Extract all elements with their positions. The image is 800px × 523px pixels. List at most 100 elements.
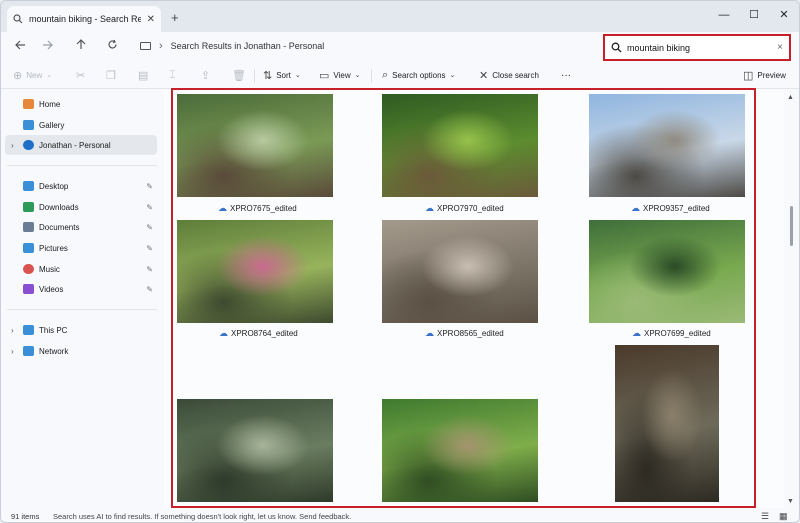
paste-button[interactable]: ▤ <box>138 68 148 82</box>
tab-title: mountain biking - Search Res <box>29 14 141 24</box>
trash-icon: 🗑 <box>232 69 246 82</box>
sidebar-item-downloads[interactable]: Downloads ✎ <box>5 197 157 217</box>
scroll-down-icon[interactable]: ▼ <box>787 498 794 505</box>
file-caption[interactable]: ☁ XPRO9357_edited <box>631 203 710 214</box>
file-thumbnail[interactable] <box>589 94 745 197</box>
minimize-button[interactable]: — <box>709 5 739 25</box>
clear-search-icon[interactable]: × <box>777 42 783 53</box>
close-icon: ✕ <box>479 69 489 82</box>
up-button[interactable] <box>71 36 91 56</box>
sidebar-item-gallery[interactable]: Gallery <box>5 115 157 135</box>
navigation-pane: Home Gallery › Jonathan - Personal Deskt… <box>1 90 163 508</box>
scrollbar-thumb[interactable] <box>790 206 793 246</box>
details-view-icon[interactable]: ☰ <box>761 511 769 522</box>
sidebar-item-music[interactable]: Music ✎ <box>5 259 157 279</box>
gallery-icon <box>23 120 34 130</box>
cloud-icon: ☁ <box>219 328 228 338</box>
file-name: XPRO9357_edited <box>643 204 710 213</box>
file-caption[interactable]: ☁ XPRO7699_edited <box>632 328 711 339</box>
file-thumbnail[interactable] <box>382 94 538 197</box>
sidebar-item-pictures[interactable]: Pictures ✎ <box>5 238 157 258</box>
new-button[interactable]: ⊕ New ⌄ <box>13 68 52 82</box>
address-path: Search Results in Jonathan - Personal <box>170 41 325 51</box>
sidebar-item-this-pc[interactable]: › This PC <box>5 320 157 340</box>
sidebar-item-network[interactable]: › Network <box>5 341 157 361</box>
address-bar[interactable]: › Search Results in Jonathan - Personal <box>136 35 596 57</box>
view-label: View <box>333 70 351 80</box>
title-bar: mountain biking - Search Res ✕ + — ☐ ✕ <box>1 1 799 32</box>
preview-button[interactable]: ◫ Preview <box>743 68 786 82</box>
file-thumbnail[interactable] <box>177 399 333 502</box>
file-explorer-window: mountain biking - Search Res ✕ + — ☐ ✕ ›… <box>0 0 800 523</box>
view-button[interactable]: ▭ View ⌄ <box>319 68 360 82</box>
file-thumbnail[interactable] <box>589 220 745 323</box>
computer-icon <box>140 42 151 50</box>
divider <box>7 309 157 310</box>
status-bar: 91 items Search uses AI to find results.… <box>1 508 799 522</box>
file-thumbnail[interactable] <box>177 94 333 197</box>
sidebar-item-onedrive-personal[interactable]: › Jonathan - Personal <box>5 135 157 155</box>
cloud-icon: ☁ <box>425 328 434 338</box>
close-window-button[interactable]: ✕ <box>769 5 799 25</box>
new-tab-button[interactable]: + <box>171 10 179 25</box>
sort-icon: ⇅ <box>263 69 273 82</box>
network-icon <box>23 346 34 356</box>
preview-label: Preview <box>757 70 786 80</box>
rename-button[interactable]: ⌶ <box>169 68 176 82</box>
maximize-button[interactable]: ☐ <box>739 5 769 25</box>
sort-button[interactable]: ⇅ Sort ⌄ <box>263 68 301 82</box>
delete-button[interactable]: 🗑 <box>232 68 246 82</box>
file-thumbnail[interactable] <box>382 220 538 323</box>
file-caption[interactable]: ☁ XPRO8764_edited <box>219 328 298 339</box>
cloud-icon: ☁ <box>632 328 641 338</box>
sidebar-item-videos[interactable]: Videos ✎ <box>5 279 157 299</box>
search-icon <box>611 42 622 53</box>
pin-icon: ✎ <box>146 243 153 253</box>
sidebar-item-label: This PC <box>39 325 68 335</box>
file-thumbnail[interactable] <box>382 399 538 502</box>
file-thumbnail[interactable] <box>177 220 333 323</box>
tiles-view-icon[interactable]: ▦ <box>779 511 788 522</box>
scroll-up-icon[interactable]: ▲ <box>787 94 794 101</box>
chevron-right-icon[interactable]: › <box>11 347 14 356</box>
cut-button[interactable]: ✂ <box>76 68 85 82</box>
file-caption[interactable]: ☁ XPRO7970_edited <box>425 203 504 214</box>
chevron-right-icon[interactable]: › <box>11 326 14 335</box>
chevron-down-icon: ⌄ <box>46 72 53 79</box>
forward-button[interactable] <box>37 36 57 56</box>
view-icon: ▭ <box>319 69 330 82</box>
downloads-icon <box>23 202 34 212</box>
share-button[interactable]: ⇪ <box>201 68 210 82</box>
chevron-down-icon: ⌄ <box>294 72 301 79</box>
search-input[interactable] <box>627 42 773 53</box>
more-options-button[interactable]: ··· <box>561 68 571 82</box>
refresh-button[interactable] <box>102 36 122 56</box>
arrow-right-icon <box>42 40 53 50</box>
sidebar-item-label: Gallery <box>39 120 65 130</box>
file-name: XPRO8764_edited <box>231 329 298 338</box>
close-search-button[interactable]: ✕ Close search <box>479 68 539 82</box>
back-button[interactable] <box>10 36 30 56</box>
pin-icon: ✎ <box>146 264 153 274</box>
toolbar-divider <box>254 69 255 83</box>
close-tab-icon[interactable]: ✕ <box>147 14 155 25</box>
paste-icon: ▤ <box>138 69 149 82</box>
file-caption[interactable]: ☁ XPRO7675_edited <box>218 203 297 214</box>
file-thumbnail[interactable] <box>615 345 719 502</box>
copy-button[interactable]: ❐ <box>106 68 116 82</box>
rename-icon: ⌶ <box>169 68 176 81</box>
file-caption[interactable]: ☁ XPRO8565_edited <box>425 328 504 339</box>
sidebar-item-home[interactable]: Home <box>5 94 157 114</box>
file-name: XPRO7675_edited <box>230 204 297 213</box>
sidebar-item-desktop[interactable]: Desktop ✎ <box>5 176 157 196</box>
chevron-right-icon[interactable]: › <box>11 141 14 150</box>
sidebar-item-label: Desktop <box>39 181 69 191</box>
sidebar-item-label: Pictures <box>39 243 68 253</box>
sidebar-item-documents[interactable]: Documents ✎ <box>5 217 157 237</box>
search-options-button[interactable]: ⌕ Search options ⌄ <box>382 68 455 82</box>
search-box[interactable]: × <box>603 34 791 61</box>
cloud-icon: ☁ <box>218 203 227 213</box>
home-icon <box>23 99 34 109</box>
search-icon <box>13 14 23 24</box>
tab-search-results[interactable]: mountain biking - Search Res ✕ <box>7 6 161 32</box>
